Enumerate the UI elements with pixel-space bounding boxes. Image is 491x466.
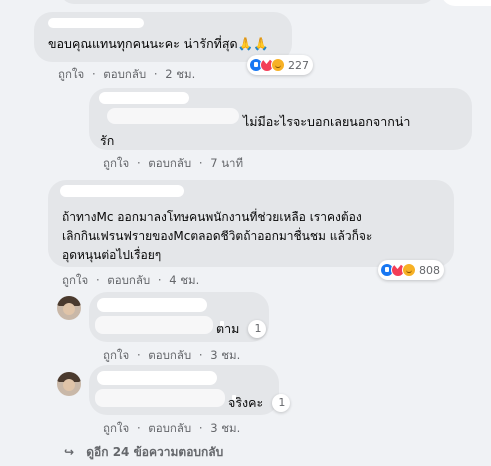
redacted-text (95, 316, 213, 334)
comment-text-2-line1: ไม่มีอะไรจะบอกเลยนอกจากน่า (243, 114, 411, 129)
like-link[interactable]: ถูกใจ (103, 348, 129, 362)
comments-panel: ขอบคุณแทนทุกคนนะคะ น่ารักที่สุด🙏🙏 227 ถู… (0, 0, 491, 466)
comment-actions-4: ถูกใจ · ตอบกลับ · 3 ชม. (103, 347, 240, 365)
previous-reaction-edge (441, 0, 491, 6)
care-icon (402, 263, 416, 277)
reply-arrow-icon: ↪ (64, 445, 75, 459)
separator-dot: · (136, 348, 141, 362)
reaction-summary-1[interactable]: 227 (247, 55, 313, 75)
reaction-count: 808 (419, 263, 440, 277)
view-more-replies-label: ดูอีก 24 ข้อความตอบกลับ (86, 445, 224, 459)
redacted-author-name (99, 92, 189, 104)
redacted-author-name (97, 298, 207, 312)
separator-dot: · (136, 421, 141, 435)
reply-link[interactable]: ตอบกลับ (107, 273, 150, 287)
like-link[interactable]: ถูกใจ (62, 273, 88, 287)
comment-text-3-line3: อุดหนุนต่อไปเรื่อยๆ (62, 248, 162, 262)
reaction-count: 1 (254, 322, 262, 335)
comment-row-4: ตาม 1 (216, 318, 267, 340)
reply-link[interactable]: ตอบกลับ (103, 67, 146, 81)
separator-dot: · (153, 67, 158, 81)
like-link[interactable]: ถูกใจ (103, 421, 129, 435)
comment-actions-5: ถูกใจ · ตอบกลับ · 3 ชม. (103, 420, 240, 438)
redacted-author-name (97, 371, 217, 385)
redacted-text (95, 389, 225, 407)
reaction-summary-4[interactable]: 1 (248, 319, 267, 338)
comment-text-1: ขอบคุณแทนทุกคนนะคะ น่ารักที่สุด🙏🙏 (48, 36, 269, 51)
separator-dot: · (157, 273, 162, 287)
avatar[interactable] (57, 296, 81, 320)
reply-link[interactable]: ตอบกลับ (148, 156, 191, 170)
comment-actions-2: ถูกใจ · ตอบกลับ · 7 นาที (103, 155, 243, 173)
reply-link[interactable]: ตอบกลับ (148, 348, 191, 362)
redacted-author-name (60, 185, 184, 197)
timestamp[interactable]: 3 ชม. (210, 421, 240, 435)
previous-bubble-edge (60, 0, 435, 4)
separator-dot: · (136, 156, 141, 170)
comment-actions-1: ถูกใจ · ตอบกลับ · 2 ชม. (58, 66, 195, 84)
reaction-summary-3[interactable]: 808 (378, 260, 444, 280)
reaction-summary-5[interactable]: 1 (272, 393, 291, 412)
care-icon (271, 58, 285, 72)
avatar-face (63, 379, 75, 391)
redacted-author-name (48, 18, 144, 28)
comment-actions-3: ถูกใจ · ตอบกลับ · 4 ชม. (62, 272, 199, 290)
timestamp[interactable]: 2 ชม. (165, 67, 195, 81)
like-link[interactable]: ถูกใจ (103, 156, 129, 170)
timestamp[interactable]: 3 ชม. (210, 348, 240, 362)
like-link[interactable]: ถูกใจ (58, 67, 84, 81)
reaction-count: 1 (278, 396, 286, 409)
redacted-text (107, 108, 239, 124)
separator-dot: · (95, 273, 100, 287)
separator-dot: · (198, 421, 203, 435)
timestamp[interactable]: 4 ชม. (169, 273, 199, 287)
separator-dot: · (198, 348, 203, 362)
avatar[interactable] (57, 372, 81, 396)
comment-row-5: จริงคะ 1 (228, 392, 291, 414)
separator-dot: · (91, 67, 96, 81)
view-more-replies-link[interactable]: ↪ ดูอีก 24 ข้อความตอบกลับ (64, 443, 223, 462)
avatar-face (63, 303, 75, 315)
timestamp[interactable]: 7 นาที (210, 156, 243, 170)
reaction-count: 227 (288, 58, 309, 72)
reply-link[interactable]: ตอบกลับ (148, 421, 191, 435)
previous-comment-edge (0, 0, 491, 6)
separator-dot: · (198, 156, 203, 170)
comment-text-2-line2: รัก (100, 133, 115, 148)
